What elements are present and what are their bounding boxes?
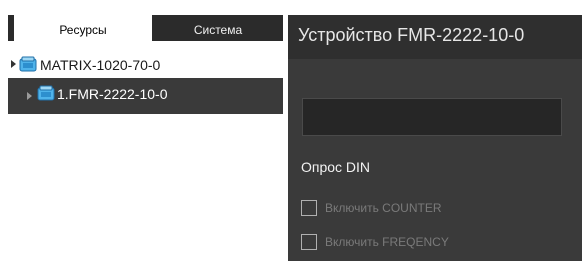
expand-arrow-icon[interactable] (11, 60, 16, 68)
resources-panel: Ресурсы Система MATRIX-1020-70-0 1.FMR-2… (8, 15, 283, 261)
tree-item-fmr[interactable]: 1.FMR-2222-10-0 (8, 78, 283, 114)
tab-system[interactable]: Система (153, 15, 283, 41)
din-section-title: Опрос DIN (301, 159, 371, 175)
tab-resources[interactable]: Ресурсы (14, 15, 152, 41)
tree-item-label: MATRIX-1020-70-0 (40, 57, 161, 73)
device-properties-panel: Устройство FMR-2222-10-0 Опрос DIN Включ… (288, 15, 582, 261)
counter-label: Включить COUNTER (325, 201, 442, 215)
frequency-checkbox[interactable] (301, 234, 317, 250)
expand-arrow-icon[interactable] (27, 92, 32, 100)
tab-bar: Ресурсы Система (8, 15, 283, 41)
frequency-label: Включить FREQENCY (325, 235, 449, 249)
tree-item-matrix[interactable]: MATRIX-1020-70-0 (8, 52, 283, 78)
device-icon (19, 56, 37, 72)
device-title: Устройство FMR-2222-10-0 (298, 25, 525, 45)
device-name-field[interactable] (302, 98, 562, 136)
device-header: Устройство FMR-2222-10-0 (288, 15, 582, 59)
tree-item-label: 1.FMR-2222-10-0 (57, 86, 168, 102)
counter-checkbox[interactable] (301, 200, 317, 216)
device-icon (37, 85, 55, 101)
